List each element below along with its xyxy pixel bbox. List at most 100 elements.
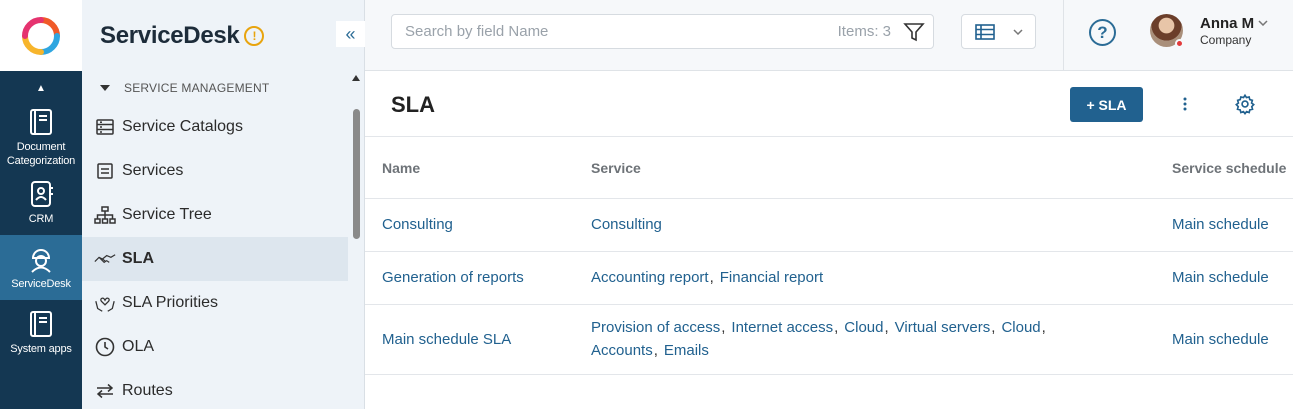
user-menu[interactable]: Anna M Company [1150, 14, 1268, 48]
items-count: Items: 3 [837, 23, 891, 40]
separator: , [884, 319, 889, 336]
scroll-thumb[interactable] [353, 109, 360, 239]
services-icon [94, 160, 116, 182]
table-row[interactable]: Main schedule SLA Provision of access, In… [365, 304, 1293, 375]
table-header-row: Name Service Service schedule [365, 138, 1293, 199]
logo-icon [22, 16, 60, 55]
add-sla-button[interactable]: + SLA [1070, 87, 1143, 122]
avatar [1150, 14, 1184, 48]
separator: , [653, 342, 658, 359]
cell-service: Accounting report, Financial report [591, 251, 1172, 305]
warning-icon[interactable]: ! [244, 25, 265, 46]
double-chevron-left-icon: « [345, 23, 356, 44]
scroll-up-arrow-icon[interactable] [352, 75, 360, 81]
settings-button[interactable] [1234, 93, 1256, 115]
sidebar-item-service-catalogs[interactable]: Service Catalogs [82, 105, 348, 149]
sidebar-item-ola[interactable]: OLA [82, 325, 348, 369]
app-rail: ▲ Document Categorization CRM ServiceDes… [0, 0, 82, 409]
main-content: SLA + SLA Name Service Service schedule … [365, 71, 1293, 409]
sla-table: Name Service Service schedule Consulting… [365, 138, 1293, 375]
service-link[interactable]: Virtual servers [895, 319, 991, 336]
view-mode-select[interactable] [961, 14, 1036, 49]
app-logo[interactable] [0, 0, 82, 71]
service-link[interactable]: Cloud [1001, 319, 1040, 336]
column-header-service-schedule[interactable]: Service schedule [1172, 138, 1293, 199]
table-row[interactable]: Consulting Consulting Main schedule [365, 198, 1293, 252]
sidebar-item-routes[interactable]: Routes [82, 369, 348, 409]
sla-name-link[interactable]: Consulting [382, 216, 453, 233]
user-info: Anna M Company [1200, 15, 1268, 47]
schedule-link[interactable]: Main schedule [1172, 269, 1269, 286]
clock-icon [94, 336, 116, 358]
sidebar-item-service-tree[interactable]: Service Tree [82, 193, 348, 237]
cell-schedule: Main schedule [1172, 304, 1293, 375]
service-link[interactable]: Provision of access [591, 319, 720, 336]
sla-name-link[interactable]: Main schedule SLA [382, 331, 511, 348]
separator: , [709, 269, 714, 286]
sidebar-nav: SERVICE MANAGEMENT Service Catalogs Serv… [82, 71, 348, 409]
cell-service: Consulting [591, 198, 1172, 252]
table-row[interactable]: Generation of reports Accounting report,… [365, 251, 1293, 305]
service-link[interactable]: Consulting [591, 216, 662, 233]
help-icon[interactable]: ? [1089, 19, 1116, 46]
topbar-divider [1063, 0, 1064, 71]
sla-name-link[interactable]: Generation of reports [382, 269, 524, 286]
search-box: Items: 3 [391, 14, 934, 49]
more-options-button[interactable] [1175, 93, 1195, 115]
sidebar-header: ServiceDesk ! [82, 0, 364, 71]
chevron-up-icon: ▲ [36, 82, 46, 94]
collapse-sidebar-button[interactable]: « [336, 21, 365, 47]
filter-button[interactable] [901, 19, 927, 45]
search-input[interactable] [392, 15, 838, 48]
status-dot [1175, 39, 1184, 48]
gear-icon [1235, 93, 1255, 115]
service-link[interactable]: Internet access [731, 319, 833, 336]
sidebar-title: ServiceDesk [100, 21, 240, 49]
service-link[interactable]: Cloud [844, 319, 883, 336]
service-link[interactable]: Financial report [720, 269, 823, 286]
rail-item-servicedesk[interactable]: ServiceDesk [0, 235, 82, 300]
sidebar-item-label: Routes [122, 382, 173, 399]
separator: , [991, 319, 996, 336]
sidebar-item-label: Services [122, 162, 184, 179]
user-name-row: Anna M [1200, 15, 1268, 32]
rail-item-crm[interactable]: CRM [0, 170, 82, 235]
filter-icon [903, 22, 925, 41]
schedule-link[interactable]: Main schedule [1172, 216, 1269, 233]
sidebar-item-services[interactable]: Services [82, 149, 348, 193]
rail-item-document-categorization[interactable]: Document Categorization [0, 105, 82, 170]
sidebar-scrollbar[interactable] [348, 71, 365, 409]
cell-schedule: Main schedule [1172, 251, 1293, 305]
hands-heart-icon [94, 292, 116, 314]
sidebar-item-sla[interactable]: SLA [82, 237, 348, 281]
service-link[interactable]: Emails [664, 342, 709, 359]
sidebar-group-label: SERVICE MANAGEMENT [124, 81, 270, 95]
handshake-icon [94, 248, 116, 270]
column-header-service[interactable]: Service [591, 138, 1172, 199]
rail-scroll-up[interactable]: ▲ [0, 71, 82, 105]
service-link[interactable]: Accounting report [591, 269, 709, 286]
top-bar: Items: 3 ? Anna M Company [365, 0, 1293, 71]
service-link[interactable]: Accounts [591, 342, 653, 359]
book-icon [30, 108, 52, 135]
sidebar-item-sla-priorities[interactable]: SLA Priorities [82, 281, 348, 325]
rail-item-system-apps[interactable]: System apps [0, 300, 82, 365]
cell-schedule: Main schedule [1172, 198, 1293, 252]
table-view-icon [975, 23, 995, 40]
rail-item-label: CRM [28, 212, 54, 225]
tree-icon [94, 204, 116, 226]
schedule-link[interactable]: Main schedule [1172, 331, 1269, 348]
sidebar-item-label: SLA [122, 250, 154, 267]
sidebar-group-service-management[interactable]: SERVICE MANAGEMENT [82, 71, 348, 105]
page-title: SLA [391, 92, 435, 117]
kebab-menu-icon [1183, 97, 1187, 111]
user-name: Anna M [1200, 14, 1255, 32]
sidebar: ServiceDesk ! « SERVICE MANAGEMENT Servi… [82, 0, 365, 409]
column-header-name[interactable]: Name [365, 138, 591, 199]
rail-item-label: System apps [10, 342, 72, 355]
rail-item-label: ServiceDesk [11, 277, 71, 290]
sidebar-item-label: Service Catalogs [122, 118, 243, 135]
chevron-down-icon [1013, 28, 1023, 35]
separator: , [721, 319, 726, 336]
catalog-icon [94, 116, 116, 138]
